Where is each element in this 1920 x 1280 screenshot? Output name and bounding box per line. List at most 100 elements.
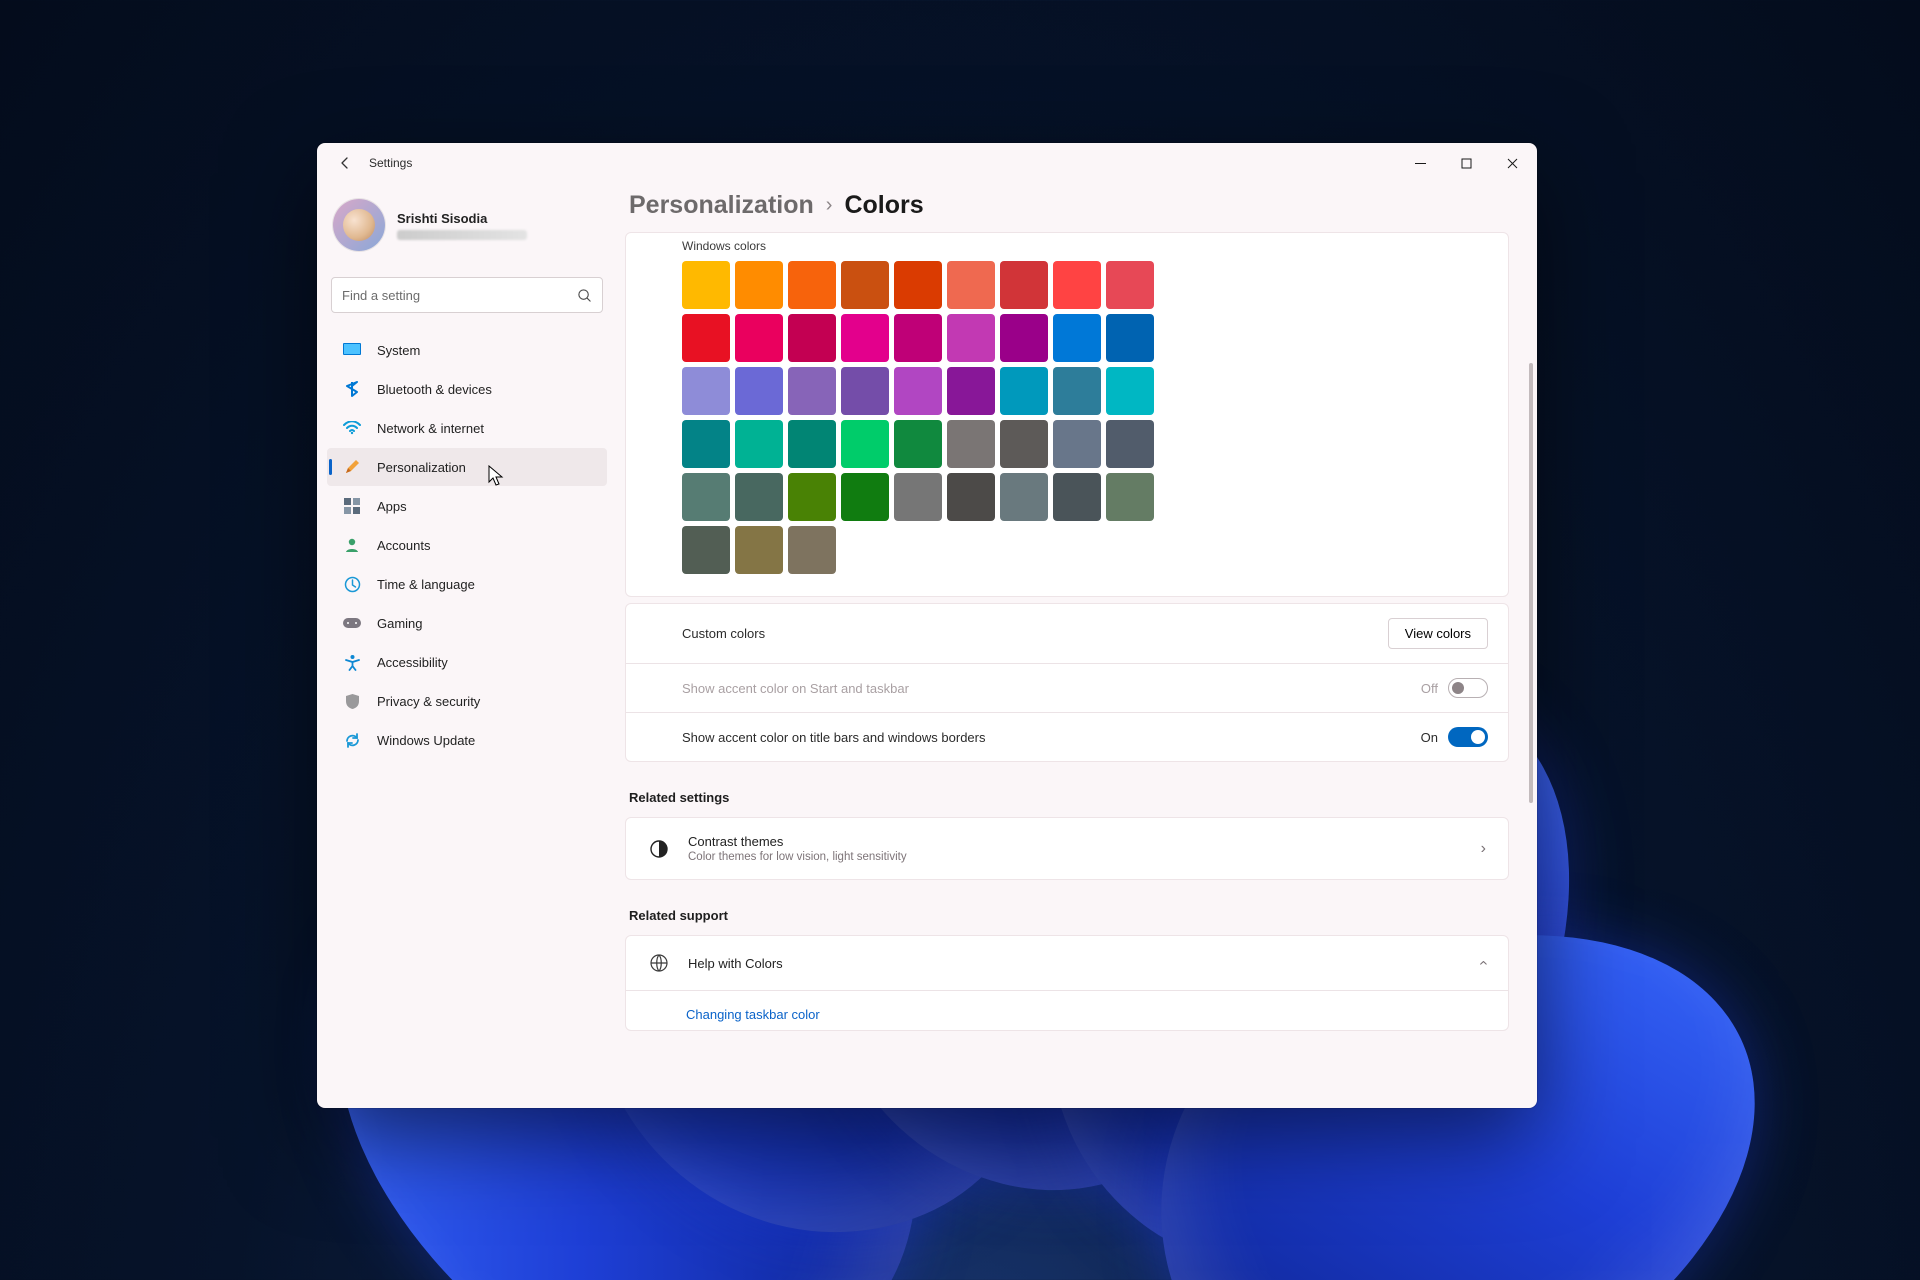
titlebar: Settings [317,143,1537,183]
minimize-button[interactable] [1397,143,1443,183]
color-swatch[interactable] [1053,420,1101,468]
nav-personalization[interactable]: Personalization [327,448,607,486]
custom-colors-panel: Custom colors View colors Show accent co… [625,603,1509,762]
color-swatch[interactable] [1000,314,1048,362]
app-title: Settings [369,156,412,170]
shield-icon [341,690,363,712]
color-swatch[interactable] [735,420,783,468]
nav: System Bluetooth & devices Network & int… [327,331,607,759]
nav-time-language[interactable]: Time & language [327,565,607,603]
color-swatch[interactable] [682,261,730,309]
content: Personalization › Colors Windows colors … [617,183,1537,1108]
color-swatch[interactable] [682,367,730,415]
accessibility-icon [341,651,363,673]
color-swatch[interactable] [894,314,942,362]
chevron-up-icon: › [1474,960,1492,965]
back-button[interactable] [327,145,363,181]
color-swatch[interactable] [947,420,995,468]
view-colors-button[interactable]: View colors [1388,618,1488,649]
color-swatch[interactable] [841,473,889,521]
color-swatch[interactable] [735,473,783,521]
color-swatch[interactable] [788,526,836,574]
color-swatch[interactable] [1000,473,1048,521]
contrast-themes-panel[interactable]: Contrast themes Color themes for low vis… [625,817,1509,880]
accent-start-toggle [1448,678,1488,698]
color-swatch[interactable] [1106,367,1154,415]
color-swatch[interactable] [735,367,783,415]
color-swatch[interactable] [1053,314,1101,362]
color-swatch[interactable] [735,314,783,362]
nav-system[interactable]: System [327,331,607,369]
profile-name: Srishti Sisodia [397,211,527,226]
color-swatch[interactable] [1000,261,1048,309]
color-swatch[interactable] [1000,420,1048,468]
color-swatch[interactable] [788,473,836,521]
color-swatch[interactable] [682,473,730,521]
color-swatch[interactable] [682,314,730,362]
search-input[interactable]: Find a setting [331,277,603,313]
color-swatch[interactable] [947,261,995,309]
person-icon [341,534,363,556]
color-swatch[interactable] [894,367,942,415]
settings-window: Settings Srishti Sisodia Find a setting [317,143,1537,1108]
color-swatch[interactable] [735,261,783,309]
color-swatch[interactable] [947,314,995,362]
color-swatch[interactable] [1106,473,1154,521]
nav-bluetooth[interactable]: Bluetooth & devices [327,370,607,408]
color-swatch[interactable] [1053,261,1101,309]
maximize-button[interactable] [1443,143,1489,183]
color-swatch[interactable] [894,473,942,521]
contrast-title: Contrast themes [688,834,907,849]
nav-network[interactable]: Network & internet [327,409,607,447]
sidebar: Srishti Sisodia Find a setting System Bl… [317,183,617,1108]
update-icon [341,729,363,751]
color-swatch[interactable] [841,314,889,362]
color-swatch[interactable] [1053,473,1101,521]
custom-colors-label: Custom colors [682,626,765,641]
custom-colors-row: Custom colors View colors [626,604,1508,663]
color-swatch[interactable] [841,261,889,309]
nav-gaming[interactable]: Gaming [327,604,607,642]
accent-title-toggle[interactable] [1448,727,1488,747]
nav-windows-update[interactable]: Windows Update [327,721,607,759]
color-swatch[interactable] [788,367,836,415]
color-swatch[interactable] [841,420,889,468]
color-swatch[interactable] [788,261,836,309]
color-swatch[interactable] [1106,261,1154,309]
color-swatch[interactable] [841,367,889,415]
help-panel: Help with Colors › Changing taskbar colo… [625,935,1509,1031]
color-swatch[interactable] [894,261,942,309]
accent-start-state: Off [1421,681,1438,696]
changing-taskbar-color-link[interactable]: Changing taskbar color [626,991,1508,1030]
gamepad-icon [341,612,363,634]
paintbrush-icon [341,456,363,478]
color-swatch[interactable] [788,420,836,468]
profile[interactable]: Srishti Sisodia [327,191,607,269]
apps-icon [341,495,363,517]
chevron-right-icon: › [826,194,833,217]
color-swatch[interactable] [1053,367,1101,415]
accent-title-state: On [1421,730,1438,745]
help-colors-row[interactable]: Help with Colors › [626,936,1508,990]
breadcrumb-parent[interactable]: Personalization [629,191,814,220]
color-swatch[interactable] [894,420,942,468]
color-swatch[interactable] [735,526,783,574]
color-swatch[interactable] [1000,367,1048,415]
breadcrumb-current: Colors [844,191,923,220]
nav-accessibility[interactable]: Accessibility [327,643,607,681]
color-swatch[interactable] [682,526,730,574]
scrollbar[interactable] [1529,363,1533,1098]
color-swatch[interactable] [682,420,730,468]
color-swatch[interactable] [788,314,836,362]
close-button[interactable] [1489,143,1535,183]
related-support-title: Related support [629,908,1509,923]
nav-accounts[interactable]: Accounts [327,526,607,564]
color-swatch[interactable] [947,367,995,415]
color-swatch[interactable] [1106,314,1154,362]
color-swatch[interactable] [1106,420,1154,468]
nav-apps[interactable]: Apps [327,487,607,525]
color-swatch[interactable] [947,473,995,521]
breadcrumb: Personalization › Colors [629,191,1509,220]
contrast-icon [648,838,670,860]
nav-privacy[interactable]: Privacy & security [327,682,607,720]
